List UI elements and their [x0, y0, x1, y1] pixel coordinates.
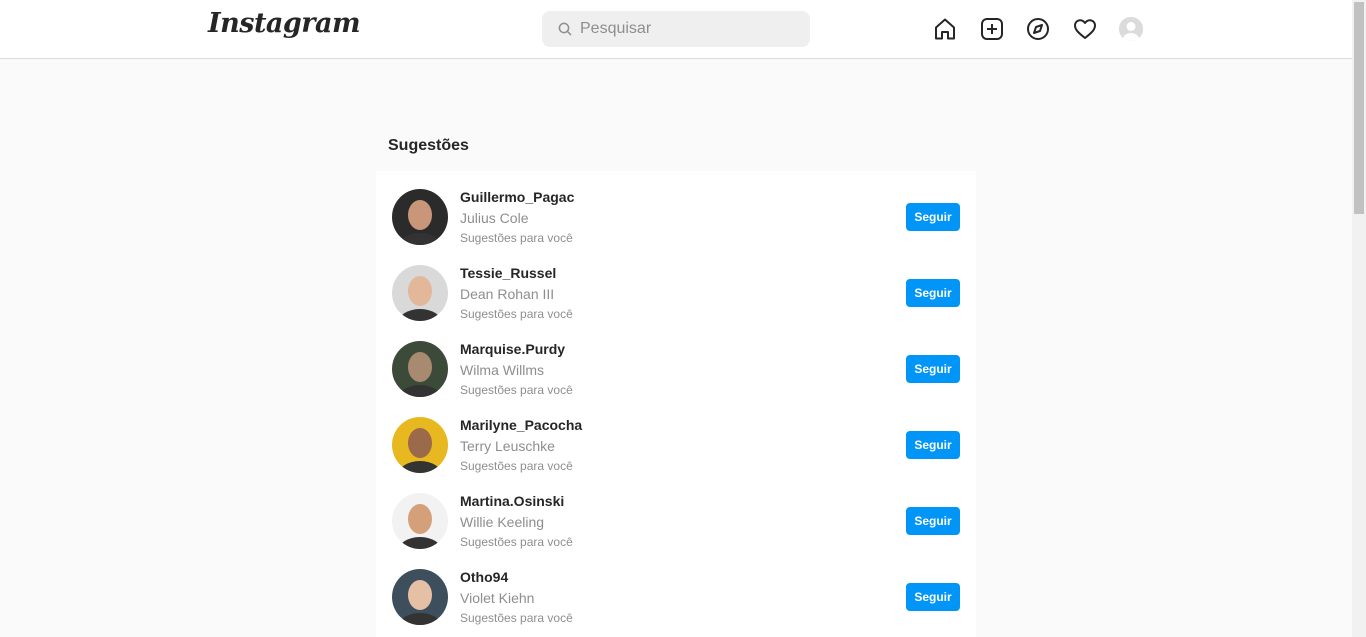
full-name: Dean Rohan III: [460, 286, 555, 302]
follow-button[interactable]: Seguir: [906, 431, 960, 459]
suggestion-subtitle: Sugestões para você: [460, 231, 573, 245]
suggestions-title: Sugestões: [388, 137, 469, 154]
suggestion-row: Marilyne_Pacocha Terry Leuschke Sugestões …: [376, 399, 976, 475]
user-avatar[interactable]: [392, 189, 448, 245]
suggestion-subtitle: Sugestões para você: [460, 611, 573, 625]
username[interactable]: Guillermo_Pagac: [460, 189, 574, 205]
follow-button[interactable]: Seguir: [906, 507, 960, 535]
suggestion-row: Tessie_Russel Dean Rohan III Sugestões par…: [376, 247, 976, 323]
instagram-logo[interactable]: Instagram: [208, 8, 361, 39]
user-avatar[interactable]: [392, 341, 448, 397]
follow-button[interactable]: Seguir: [906, 583, 960, 611]
home-icon[interactable]: [932, 16, 958, 42]
full-name: Violet Kiehn: [460, 590, 535, 606]
new-post-icon[interactable]: [979, 16, 1005, 42]
full-name: Wilma Willms: [460, 362, 544, 378]
follow-button[interactable]: Seguir: [906, 279, 960, 307]
full-name: Willie Keeling: [460, 514, 545, 530]
suggestions-list: Guillermo_Pagac Julius Cole Sugestões para…: [376, 171, 976, 637]
scrollbar-thumb[interactable]: [1354, 2, 1364, 214]
suggestion-row: Guillermo_Pagac Julius Cole Sugestões para…: [376, 171, 976, 247]
suggestion-subtitle: Sugestões para você: [460, 307, 573, 321]
user-avatar[interactable]: [392, 265, 448, 321]
user-avatar[interactable]: [392, 493, 448, 549]
search-input[interactable]: [580, 20, 800, 38]
profile-avatar[interactable]: [1119, 17, 1143, 41]
username[interactable]: Marquise.Purdy: [460, 341, 565, 357]
page-scrollbar[interactable]: [1352, 0, 1366, 637]
explore-icon[interactable]: [1025, 16, 1051, 42]
suggestion-subtitle: Sugestões para você: [460, 459, 573, 473]
username[interactable]: Martina.Osinski: [460, 493, 564, 509]
top-navbar: Instagram: [0, 0, 1352, 59]
user-avatar[interactable]: [392, 417, 448, 473]
username[interactable]: Otho94: [460, 569, 508, 585]
full-name: Terry Leuschke: [460, 438, 555, 454]
search-icon: [558, 22, 572, 36]
username[interactable]: Marilyne_Pacocha: [460, 417, 582, 433]
search-box[interactable]: [542, 11, 810, 47]
username[interactable]: Tessie_Russel: [460, 265, 556, 281]
full-name: Julius Cole: [460, 210, 529, 226]
suggestion-row: Marquise.Purdy Wilma Willms Sugestões para…: [376, 323, 976, 399]
activity-heart-icon[interactable]: [1072, 16, 1098, 42]
suggestion-subtitle: Sugestões para você: [460, 535, 573, 549]
suggestion-row: Otho94 Violet Kiehn Sugestões para você Seg…: [376, 551, 976, 627]
suggestion-subtitle: Sugestões para você: [460, 383, 573, 397]
follow-button[interactable]: Seguir: [906, 355, 960, 383]
suggestion-row: Martina.Osinski Willie Keeling Sugestões p…: [376, 475, 976, 551]
user-avatar[interactable]: [392, 569, 448, 625]
follow-button[interactable]: Seguir: [906, 203, 960, 231]
